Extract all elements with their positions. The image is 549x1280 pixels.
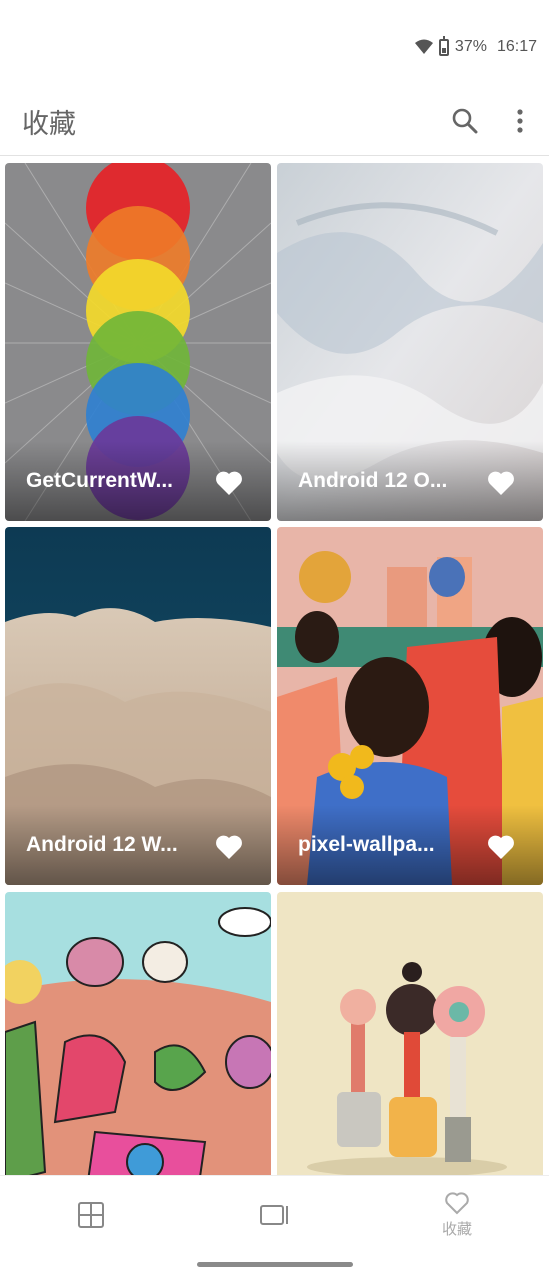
wallpaper-image-figures (277, 892, 543, 1175)
status-indicators: 37% 16:17 (414, 35, 537, 56)
wallpaper-title: Android 12 O... (298, 469, 448, 492)
home-indicator[interactable] (197, 1262, 353, 1267)
wallpaper-title: Android 12 W... (26, 833, 178, 856)
battery-percent: 37% (454, 38, 487, 55)
heart-outline-icon (445, 1192, 469, 1215)
favorite-heart-icon[interactable] (215, 834, 243, 860)
more-options-icon[interactable] (508, 106, 532, 136)
nav-item-favorites[interactable]: 收藏 (407, 1186, 507, 1246)
wallpaper-title: pixel-wallpa... (298, 833, 435, 856)
clock: 16:17 (496, 38, 537, 55)
nav-label-favorites: 收藏 (441, 1220, 472, 1238)
favorite-heart-icon[interactable] (487, 834, 515, 860)
wallpaper-icon (260, 1205, 288, 1225)
wallpaper-card[interactable]: GetCurrentW... (5, 163, 271, 521)
app-bar: 收藏 (0, 90, 549, 156)
wallpaper-image-cartoon (5, 892, 271, 1175)
nav-item-gallery[interactable] (41, 1186, 141, 1246)
page-title: 收藏 (22, 109, 76, 140)
favorite-heart-icon[interactable] (215, 470, 243, 496)
search-icon[interactable] (450, 106, 480, 136)
wallpaper-title: GetCurrentW... (26, 469, 174, 492)
grid-icon (78, 1202, 104, 1228)
status-bar: 37% 16:17 (0, 0, 549, 90)
wifi-icon (414, 39, 433, 54)
wallpaper-card[interactable]: Android 12 W... (5, 527, 271, 885)
wallpaper-card[interactable] (5, 892, 271, 1175)
wallpaper-card[interactable]: pixel-wallpa... (277, 527, 543, 885)
favorites-grid: GetCurrentW... Android 12 O... Android 1… (0, 160, 549, 1175)
wallpaper-card[interactable] (277, 892, 543, 1175)
nav-item-wallpapers[interactable] (225, 1186, 325, 1246)
favorite-heart-icon[interactable] (487, 470, 515, 496)
wallpaper-card[interactable]: Android 12 O... (277, 163, 543, 521)
battery-icon (438, 35, 449, 56)
